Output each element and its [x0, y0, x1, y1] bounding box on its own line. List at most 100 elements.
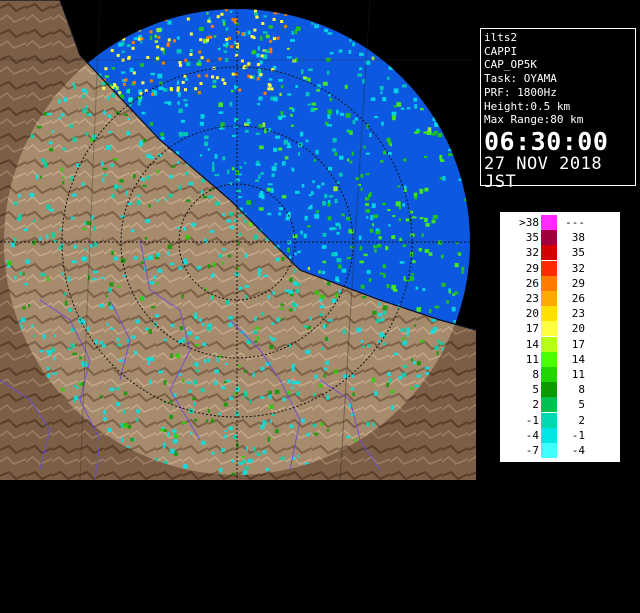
echo-cell	[206, 12, 209, 15]
echo-cell	[276, 36, 280, 40]
echo-cell	[142, 184, 147, 188]
echo-cell	[279, 92, 282, 96]
echo-cell	[178, 61, 182, 64]
echo-cell	[339, 112, 345, 116]
echo-cell	[31, 324, 34, 328]
echo-cell	[200, 114, 205, 119]
echo-cell	[382, 97, 387, 102]
echo-cell	[59, 228, 62, 231]
reflectivity-legend: >38 --- 35 38 32 35 29 32 26 29 23 26 20 23 17 20 14 17 11…	[500, 212, 620, 578]
echo-cell	[238, 232, 242, 237]
echo-cell	[60, 113, 65, 117]
echo-cell	[51, 232, 56, 238]
echo-cell	[448, 290, 452, 294]
legend-row-high: 17	[571, 337, 585, 351]
echo-cell	[413, 360, 417, 365]
echo-cell	[322, 260, 326, 264]
echo-cell	[258, 96, 263, 101]
echo-cell	[382, 305, 388, 311]
echo-cell	[117, 185, 122, 189]
legend-row-high: 32	[571, 261, 585, 275]
echo-cell	[209, 35, 213, 39]
echo-cell	[133, 174, 136, 179]
echo-cell	[267, 212, 272, 216]
echo-cell	[293, 281, 298, 286]
echo-cell	[352, 120, 356, 125]
echo-cell	[108, 114, 111, 119]
echo-cell	[350, 229, 354, 234]
echo-cell	[199, 154, 203, 157]
radar-display[interactable]	[0, 0, 476, 480]
echo-cell	[432, 132, 437, 136]
echo-cell	[244, 466, 249, 470]
echo-cell	[185, 234, 190, 240]
echo-cell	[136, 409, 140, 414]
echo-cell	[258, 207, 264, 211]
echo-cell	[386, 382, 390, 388]
echo-cell	[116, 337, 120, 342]
echo-cell	[194, 87, 198, 91]
echo-cell	[309, 316, 312, 321]
echo-cell	[322, 81, 328, 86]
echo-cell	[376, 318, 381, 323]
echo-cell	[398, 205, 401, 210]
echo-cell	[300, 230, 303, 235]
echo-cell	[287, 247, 290, 253]
echo-cell	[200, 178, 205, 183]
echo-cell	[154, 314, 160, 318]
echo-cell	[126, 89, 130, 94]
echo-cell	[281, 161, 286, 166]
echo-cell	[241, 32, 245, 36]
echo-cell	[183, 465, 188, 469]
echo-cell	[378, 302, 381, 306]
echo-cell	[181, 294, 184, 299]
echo-cell	[42, 334, 46, 340]
echo-cell	[395, 201, 401, 207]
echo-cell	[123, 423, 128, 428]
echo-cell	[270, 96, 275, 101]
echo-cell	[403, 276, 406, 281]
echo-cell	[312, 423, 317, 428]
echo-cell	[147, 255, 153, 260]
echo-cell	[362, 345, 365, 348]
echo-cell	[289, 293, 294, 297]
echo-cell	[143, 138, 147, 143]
echo-cell	[185, 199, 191, 202]
echo-cell	[360, 339, 364, 343]
echo-cell	[413, 324, 417, 327]
height-value: Height:0.5 km	[484, 99, 571, 113]
echo-cell	[211, 75, 214, 79]
echo-cell	[48, 350, 52, 353]
echo-cell	[451, 306, 456, 312]
echo-cell	[425, 222, 430, 227]
echo-cell	[139, 142, 142, 147]
echo-cell	[331, 252, 336, 257]
echo-cell	[276, 317, 281, 323]
echo-cell	[126, 44, 131, 48]
echo-cell	[314, 432, 319, 436]
echo-cell	[392, 115, 396, 121]
echo-cell	[291, 167, 295, 172]
echo-cell	[267, 83, 271, 87]
echo-cell	[352, 42, 355, 47]
echo-cell	[402, 365, 407, 368]
echo-cell	[131, 46, 135, 50]
echo-cell	[150, 72, 156, 76]
echo-cell	[432, 215, 438, 219]
echo-cell	[252, 36, 256, 40]
echo-cell	[136, 194, 141, 197]
echo-cell	[221, 213, 225, 216]
echo-cell	[289, 424, 294, 429]
echo-cell	[212, 161, 215, 167]
echo-cell	[281, 115, 286, 118]
echo-cell	[86, 326, 90, 332]
echo-cell	[323, 28, 329, 33]
echo-cell	[295, 288, 300, 294]
echo-cell	[310, 191, 314, 195]
echo-cell	[47, 373, 51, 378]
echo-cell	[204, 238, 208, 244]
echo-cell	[378, 236, 382, 240]
echo-cell	[131, 335, 136, 339]
echo-cell	[387, 76, 390, 80]
echo-cell	[257, 103, 260, 106]
